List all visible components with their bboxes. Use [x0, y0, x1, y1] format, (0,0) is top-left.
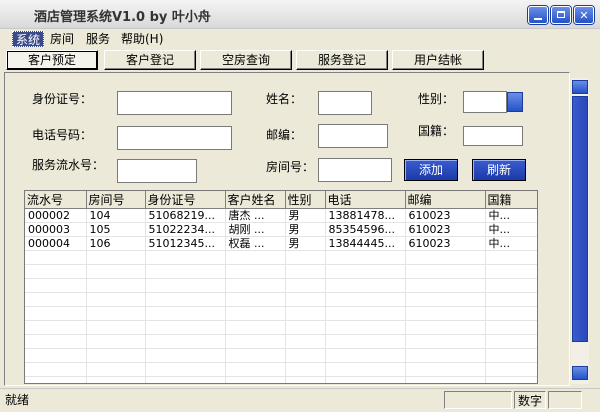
empty-row [25, 292, 537, 307]
close-button[interactable]: ✕ [574, 6, 594, 24]
table-cell: 104 [86, 208, 146, 223]
title-bar[interactable]: 酒店管理系统V1.0 by 叶小舟 ✕ [0, 0, 600, 29]
table-row[interactable]: 000003 105 51022234... 胡刚 ... 男 85354596… [25, 222, 537, 237]
column-header[interactable]: 电话 [325, 191, 406, 209]
table-cell: 85354596... [325, 222, 406, 237]
tab-user-checkout[interactable]: 用户结帐 [392, 50, 484, 70]
status-pane-empty-2 [548, 391, 582, 409]
status-pane-empty [444, 391, 512, 409]
table-cell: 610023 [405, 222, 486, 237]
empty-row [25, 348, 537, 363]
tab-service-registration[interactable]: 服务登记 [296, 50, 388, 70]
empty-row [25, 362, 537, 377]
empty-row [25, 250, 537, 265]
phone-label: 电话号码： [32, 128, 93, 142]
menu-help[interactable]: 帮助(H) [118, 31, 166, 47]
tab-strip: 客户预定 客户登记 空房查询 服务登记 用户结帐 [4, 50, 596, 72]
table-cell: 中... [485, 208, 537, 223]
column-header[interactable]: 流水号 [25, 191, 87, 209]
table-cell: 610023 [405, 208, 486, 223]
table-cell: 中... [485, 222, 537, 237]
id-number-label: 身份证号： [32, 92, 93, 106]
zipcode-input[interactable] [318, 124, 388, 148]
tab-customer-reservation[interactable]: 客户预定 [6, 50, 98, 70]
room-number-input[interactable] [318, 158, 392, 182]
maximize-button[interactable] [551, 6, 571, 24]
country-input[interactable] [463, 126, 523, 146]
tab-vacant-room-query[interactable]: 空房查询 [200, 50, 292, 70]
table-cell: 610023 [405, 236, 486, 251]
table-cell: 51068219... [145, 208, 226, 223]
column-header[interactable]: 客户姓名 [225, 191, 286, 209]
tab-customer-checkin[interactable]: 客户登记 [104, 50, 196, 70]
zipcode-label: 邮编： [266, 128, 303, 142]
table-cell: 105 [86, 222, 146, 237]
room-number-label: 房间号： [266, 160, 315, 174]
table-cell: 51022234... [145, 222, 226, 237]
scroll-down-arrow-icon[interactable] [572, 366, 588, 380]
window-title: 酒店管理系统V1.0 by 叶小舟 [34, 10, 211, 25]
vertical-scrollbar[interactable] [571, 78, 589, 384]
column-header[interactable]: 房间号 [86, 191, 146, 209]
table-cell: 51012345... [145, 236, 226, 251]
gender-label: 性别： [418, 92, 455, 106]
table-cell: 13881478... [325, 208, 406, 223]
serial-number-input[interactable] [117, 159, 197, 183]
table-cell: 中... [485, 236, 537, 251]
menu-service[interactable]: 服务 [83, 31, 113, 47]
refresh-button[interactable]: 刷新 [472, 159, 526, 181]
empty-row [25, 334, 537, 349]
menu-bar: 系统 房间 服务 帮助(H) [0, 30, 600, 48]
status-bar: 就绪 数字 [0, 388, 600, 412]
id-number-input[interactable] [117, 91, 232, 115]
empty-row [25, 306, 537, 321]
empty-row [25, 320, 537, 335]
status-numlock: 数字 [514, 391, 546, 409]
table-cell: 000003 [25, 222, 87, 237]
table-header-row: 流水号 房间号 身份证号 客户姓名 性别 电话 邮编 国籍 [25, 191, 537, 209]
name-input[interactable] [318, 91, 372, 115]
scroll-up-arrow-icon[interactable] [572, 80, 588, 94]
app-window: 酒店管理系统V1.0 by 叶小舟 ✕ 系统 房间 服务 帮助(H) 客户预定 … [0, 0, 600, 412]
table-cell: 胡刚 ... [225, 222, 286, 237]
table-row[interactable]: 000004 106 51012345... 权磊 ... 男 13844445… [25, 236, 537, 251]
empty-row [25, 278, 537, 293]
minimize-icon [534, 18, 542, 20]
table-cell: 000002 [25, 208, 87, 223]
table-cell: 男 [285, 208, 326, 223]
table-row[interactable]: 000002 104 51068219... 唐杰 ... 男 13881478… [25, 208, 537, 223]
add-button[interactable]: 添加 [404, 159, 458, 181]
column-header[interactable]: 国籍 [485, 191, 537, 209]
maximize-icon [557, 11, 565, 18]
name-label: 姓名： [266, 92, 303, 106]
country-label: 国籍： [418, 124, 455, 138]
menu-room[interactable]: 房间 [47, 31, 77, 47]
empty-row [25, 264, 537, 279]
column-header[interactable]: 邮编 [405, 191, 486, 209]
serial-number-label: 服务流水号： [32, 158, 105, 172]
table-cell: 唐杰 ... [225, 208, 286, 223]
table-cell: 男 [285, 222, 326, 237]
gender-select[interactable] [463, 91, 507, 113]
gender-dropdown-button[interactable] [507, 92, 523, 112]
scrollbar-thumb[interactable] [572, 96, 588, 342]
table-cell: 权磊 ... [225, 236, 286, 251]
phone-input[interactable] [117, 126, 232, 150]
empty-row [25, 376, 537, 383]
column-header[interactable]: 性别 [285, 191, 326, 209]
column-header[interactable]: 身份证号 [145, 191, 226, 209]
status-text: 就绪 [5, 393, 30, 407]
table-cell: 13844445... [325, 236, 406, 251]
menu-system[interactable]: 系统 [12, 31, 45, 47]
table-cell: 男 [285, 236, 326, 251]
table-cell: 000004 [25, 236, 87, 251]
customer-table[interactable]: 流水号 房间号 身份证号 客户姓名 性别 电话 邮编 国籍 000002 104… [24, 190, 538, 384]
minimize-button[interactable] [528, 6, 548, 24]
table-cell: 106 [86, 236, 146, 251]
close-icon: ✕ [579, 9, 589, 22]
